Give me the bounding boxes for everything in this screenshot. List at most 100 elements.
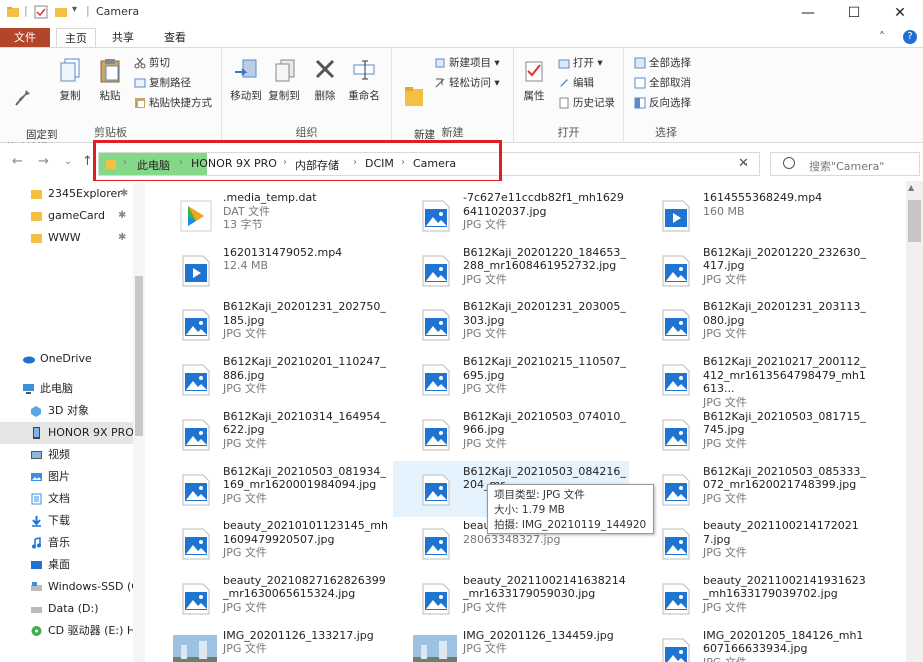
file-item[interactable]: B612Kaji_20210503_081715_745.jpg JPG 文件 — [633, 406, 869, 462]
video-icon — [31, 451, 42, 459]
easy-access-button[interactable]: 轻松访问 ▾ — [434, 74, 500, 92]
select-all-button[interactable]: 全部选择 — [634, 54, 691, 72]
nav-item-data-drive[interactable]: Data (D:) — [0, 598, 145, 620]
content-scrollbar-thumb[interactable] — [908, 200, 921, 242]
chevron-up-icon[interactable]: ˄ — [879, 30, 885, 44]
image-icon — [182, 583, 210, 615]
search-input[interactable]: 搜索"Camera" — [809, 158, 884, 174]
help-icon[interactable]: ? — [903, 30, 917, 44]
nav-item-onedrive[interactable]: OneDrive — [0, 348, 145, 370]
nav-item-cd-drive[interactable]: CD 驱动器 (E:) H — [0, 620, 145, 642]
file-name: beauty_20210101123145_mh1609479920507.jp… — [223, 519, 389, 560]
content-scrollbar[interactable] — [906, 181, 923, 662]
rename-label: 重命名 — [348, 90, 380, 102]
delete-button[interactable]: 删除 — [310, 56, 340, 103]
properties-button[interactable]: 属性 — [518, 56, 550, 103]
image-icon — [422, 528, 450, 560]
tab-home[interactable]: 主页 — [56, 28, 96, 48]
file-item[interactable]: IMG_20201126_133217.jpg JPG 文件 — [153, 625, 389, 662]
minimize-button[interactable]: — — [785, 0, 831, 26]
file-item[interactable]: B612Kaji_20201220_232630_417.jpg JPG 文件 — [633, 242, 869, 298]
rename-button[interactable]: 重命名 — [344, 56, 384, 103]
file-item[interactable]: B612Kaji_20210215_110507_695.jpg JPG 文件 — [393, 351, 629, 407]
file-item[interactable]: B612Kaji_20210201_110247_886.jpg JPG 文件 — [153, 351, 389, 407]
file-item[interactable]: B612Kaji_20210314_164954_622.jpg JPG 文件 — [153, 406, 389, 462]
nav-item-windows-ssd[interactable]: Windows-SSD (C:) — [0, 576, 145, 598]
invert-selection-button[interactable]: 反向选择 — [634, 94, 691, 112]
copy-to-button[interactable]: 复制到 — [266, 56, 302, 103]
image-icon — [182, 419, 210, 451]
new-folder-icon[interactable] — [54, 5, 68, 19]
file-item[interactable]: 1614555368249.mp4 160 MB — [633, 187, 869, 243]
nav-item-pictures[interactable]: 图片 — [0, 466, 145, 488]
copy-path-button[interactable]: 复制路径 — [134, 74, 191, 92]
file-item[interactable]: B612Kaji_20210503_074010_966.jpg JPG 文件 — [393, 406, 629, 462]
open-button[interactable]: 打开 ▾ — [558, 54, 603, 72]
nav-item-2345explorer[interactable]: 2345Explorer ✱ — [0, 183, 145, 205]
file-item[interactable]: B612Kaji_20201231_203005_303.jpg JPG 文件 — [393, 296, 629, 352]
nav-item-www[interactable]: WWW ✱ — [0, 227, 145, 249]
scroll-up-arrow-icon[interactable]: ▲ — [908, 183, 914, 192]
tab-view[interactable]: 查看 — [156, 28, 194, 48]
nav-item-downloads[interactable]: 下载 — [0, 510, 145, 532]
nav-item-3d-objects[interactable]: 3D 对象 — [0, 400, 145, 422]
file-item[interactable]: beauty_20211002141931623_mh1633179039702… — [633, 570, 869, 626]
nav-scrollbar-thumb[interactable] — [135, 276, 143, 436]
file-item[interactable]: IMG_20201126_134459.jpg JPG 文件 — [393, 625, 629, 662]
nav-item-desktop[interactable]: 桌面 — [0, 554, 145, 576]
nav-item-videos[interactable]: 视频 — [0, 444, 145, 466]
cut-button[interactable]: 剪切 — [134, 54, 170, 72]
up-arrow-icon[interactable]: ↑ — [82, 154, 93, 169]
file-item[interactable]: B612Kaji_20201231_202750_185.jpg JPG 文件 — [153, 296, 389, 352]
paste-shortcut-button[interactable]: 粘贴快捷方式 — [134, 94, 212, 112]
back-arrow-icon[interactable]: ← — [12, 154, 23, 169]
nav-item-gamecard[interactable]: gameCard ✱ — [0, 205, 145, 227]
video-icon — [182, 255, 210, 287]
forward-arrow-icon[interactable]: → — [38, 154, 49, 169]
file-type: JPG 文件 — [223, 436, 267, 450]
move-to-icon — [235, 59, 257, 78]
pin-icon — [15, 86, 30, 106]
edit-button[interactable]: 编辑 — [558, 74, 594, 92]
tab-file[interactable]: 文件 — [0, 28, 50, 48]
file-item[interactable]: B612Kaji_20210503_085333_072_mr162002174… — [633, 461, 869, 517]
maximize-button[interactable]: ☐ — [831, 0, 877, 26]
clear-x-icon[interactable]: ✕ — [738, 156, 749, 171]
move-to-button[interactable]: 移动到 — [228, 56, 264, 103]
history-button[interactable]: 历史记录 — [558, 94, 615, 112]
nav-item-documents[interactable]: 文档 — [0, 488, 145, 510]
nav-item-honor-9x-pro[interactable]: HONOR 9X PRO — [0, 422, 145, 444]
file-item[interactable]: -7c627e11ccdb82f1_mh1629641102037.jpg JPG… — [393, 187, 629, 243]
search-box[interactable]: 搜索"Camera" — [770, 152, 920, 176]
properties-check-icon[interactable] — [34, 5, 48, 19]
file-item[interactable]: beauty_20211002141638214_mr1633179059030… — [393, 570, 629, 626]
nav-item-thispc[interactable]: 此电脑 — [0, 378, 145, 400]
tab-share[interactable]: 共享 — [104, 28, 142, 48]
file-type: JPG 文件 — [463, 218, 507, 231]
file-item[interactable]: IMG_20201205_184126_mh1607166633934.jpgJ… — [633, 625, 869, 662]
file-item[interactable]: B612Kaji_20210217_200112_412_mr161356479… — [633, 351, 869, 409]
nav-item-music[interactable]: 音乐 — [0, 532, 145, 554]
select-none-button[interactable]: 全部取消 — [634, 74, 691, 92]
file-item[interactable]: B612Kaji_20201220_184653_288_mr160846195… — [393, 242, 629, 298]
file-item[interactable]: B612Kaji_20210503_081934_169_mr162000198… — [153, 461, 389, 517]
paste-button[interactable]: 粘贴 — [92, 56, 128, 103]
file-item[interactable]: beauty_20210101123145_mh1609479920507.jp… — [153, 515, 389, 571]
quick-access-dropdown-icon[interactable]: ▾ — [72, 4, 77, 15]
file-item[interactable]: beauty_20210827162826399_mr1630065615324… — [153, 570, 389, 626]
file-name-text: 1614555368249.mp4 — [703, 191, 823, 204]
close-button[interactable]: ✕ — [877, 0, 923, 26]
file-item[interactable]: .media_temp.dat DAT 文件 13 字节 — [153, 187, 389, 243]
copy-label: 复制 — [59, 90, 81, 102]
recent-dropdown-icon[interactable]: ⌄ — [64, 156, 72, 167]
file-name: B612Kaji_20210217_200112_412_mr161356479… — [703, 355, 869, 409]
file-item[interactable]: beauty_20211002141720217.jpg JPG 文件 — [633, 515, 869, 571]
image-icon — [662, 364, 690, 396]
file-list: .media_temp.dat DAT 文件 13 字节 -7c627e11ccdb8… — [145, 181, 923, 662]
navigation-pane: 2345Explorer ✱ gameCard ✱ WWW ✱ OneDrive 此电… — [0, 181, 145, 662]
image-icon — [182, 309, 210, 341]
new-item-button[interactable]: 新建项目 ▾ — [434, 54, 500, 72]
copy-button[interactable]: 复制 — [52, 56, 88, 103]
file-item[interactable]: 1620131479052.mp4 12.4 MB — [153, 242, 389, 298]
file-item[interactable]: B612Kaji_20201231_203113_080.jpg JPG 文件 — [633, 296, 869, 352]
